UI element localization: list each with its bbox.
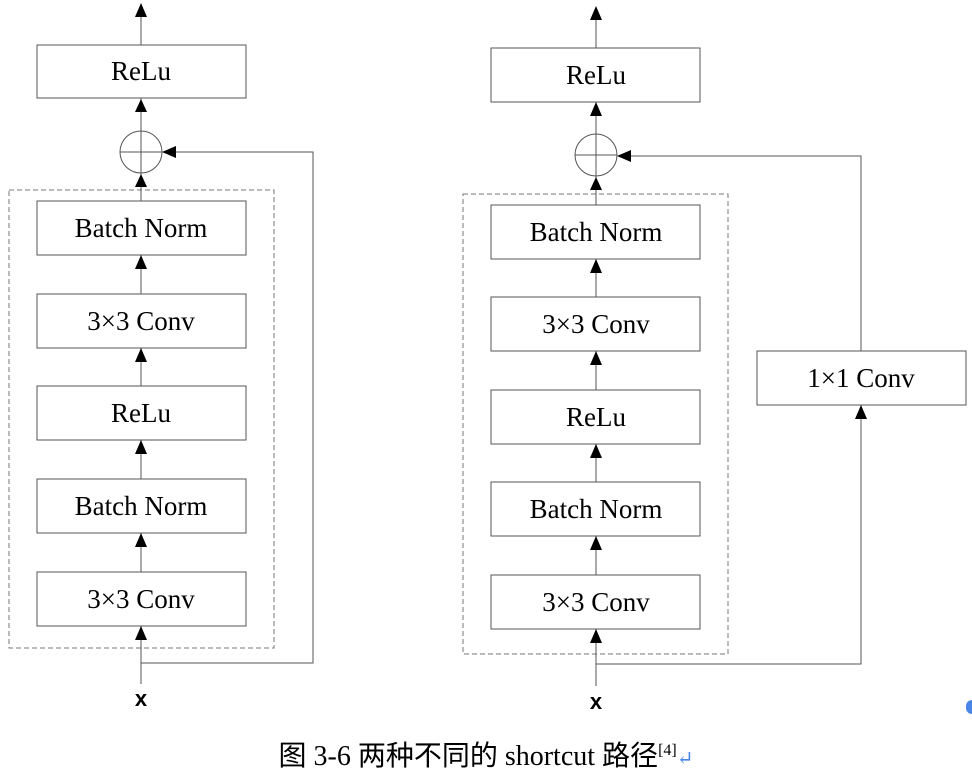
svg-text:ReLu: ReLu bbox=[111, 398, 171, 428]
arrow-icon bbox=[135, 99, 147, 112]
output-relu-label: ReLu bbox=[111, 56, 171, 86]
block-batch-norm-1: Batch Norm bbox=[490, 481, 701, 537]
edge-marker-icon bbox=[966, 700, 972, 714]
arrow-icon bbox=[590, 102, 602, 116]
shortcut-conv-block: 1×1 Conv bbox=[756, 350, 967, 406]
output-arrow-icon bbox=[135, 3, 147, 17]
arrow-icon bbox=[135, 348, 147, 362]
arrow-icon bbox=[135, 255, 147, 269]
arrow-icon bbox=[135, 440, 147, 454]
block-batch-norm-2: Batch Norm bbox=[36, 200, 247, 256]
output-relu-block: ReLu bbox=[490, 47, 701, 103]
svg-text:Batch Norm: Batch Norm bbox=[530, 494, 663, 524]
svg-text:3×3 Conv: 3×3 Conv bbox=[542, 309, 650, 339]
svg-text:Batch Norm: Batch Norm bbox=[75, 213, 208, 243]
block-batch-norm-1: Batch Norm bbox=[36, 478, 247, 534]
block-conv-2: 3×3 Conv bbox=[36, 293, 247, 349]
svg-text:3×3 Conv: 3×3 Conv bbox=[87, 306, 195, 336]
output-relu-block: ReLu bbox=[36, 44, 247, 99]
input-arrow-icon bbox=[590, 629, 602, 643]
shortcut-arrow-icon bbox=[855, 405, 867, 419]
arrow-icon bbox=[590, 177, 602, 190]
input-x-label: x bbox=[590, 689, 603, 714]
left-diagram: ReLu Batch Norm 3×3 Conv ReLu Batch Norm… bbox=[8, 3, 314, 711]
input-x-label: x bbox=[135, 686, 148, 711]
block-conv-1: 3×3 Conv bbox=[490, 574, 701, 630]
arrow-icon bbox=[135, 174, 147, 187]
input-arrow-icon bbox=[135, 626, 147, 640]
svg-text:Batch Norm: Batch Norm bbox=[75, 491, 208, 521]
output-arrow-icon bbox=[590, 6, 602, 20]
adder-icon bbox=[119, 130, 163, 174]
arrow-icon bbox=[590, 351, 602, 365]
shortcut-diagrams: ReLu Batch Norm 3×3 Conv ReLu Batch Norm… bbox=[8, 3, 967, 714]
svg-text:3×3 Conv: 3×3 Conv bbox=[87, 584, 195, 614]
adder-icon bbox=[574, 133, 618, 177]
shortcut-arrow-icon bbox=[162, 146, 176, 158]
arrow-icon bbox=[590, 536, 602, 550]
paragraph-return-icon: ↵ bbox=[676, 748, 694, 770]
block-conv-2: 3×3 Conv bbox=[490, 296, 701, 352]
block-relu: ReLu bbox=[36, 385, 247, 441]
shortcut-arrow-icon bbox=[617, 150, 631, 162]
output-relu-label: ReLu bbox=[566, 60, 626, 90]
svg-text:1×1 Conv: 1×1 Conv bbox=[807, 363, 915, 393]
arrow-icon bbox=[590, 444, 602, 458]
arrow-icon bbox=[135, 533, 147, 547]
block-conv-1: 3×3 Conv bbox=[36, 571, 247, 627]
svg-text:3×3 Conv: 3×3 Conv bbox=[542, 587, 650, 617]
citation[interactable]: [4] bbox=[658, 742, 677, 759]
arrow-icon bbox=[590, 259, 602, 273]
block-batch-norm-2: Batch Norm bbox=[490, 204, 701, 260]
figure-caption: 图 3-6 两种不同的 shortcut 路径[4]↵ bbox=[0, 734, 972, 774]
block-relu: ReLu bbox=[490, 389, 701, 445]
svg-text:Batch Norm: Batch Norm bbox=[530, 217, 663, 247]
caption-text: 图 3-6 两种不同的 shortcut 路径 bbox=[278, 741, 659, 772]
right-diagram: ReLu 1×1 Conv Batch Norm 3×3 Conv ReLu B… bbox=[462, 6, 967, 714]
svg-text:ReLu: ReLu bbox=[566, 402, 626, 432]
